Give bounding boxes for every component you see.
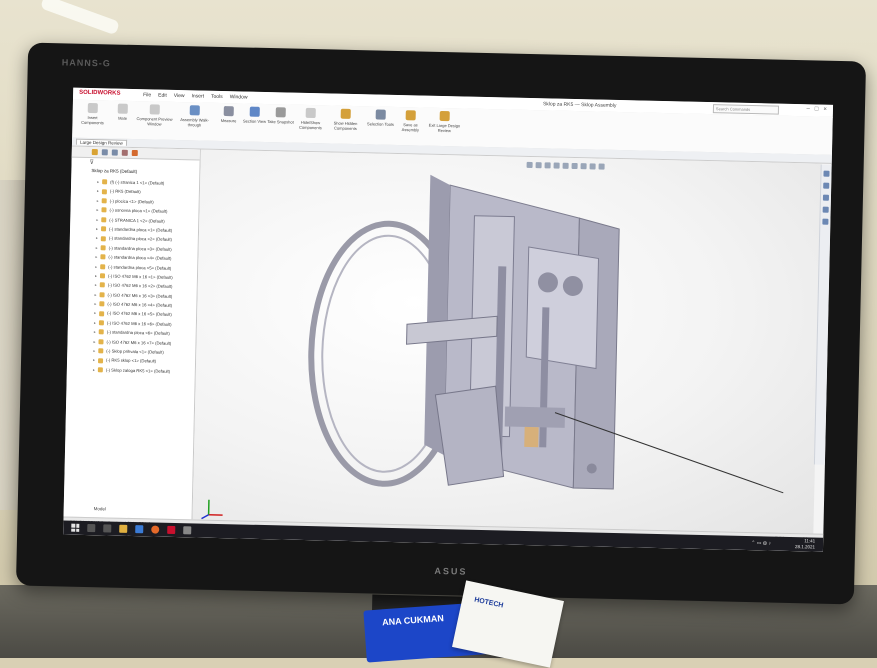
tree-item-label: (-) Sklop zaloga RK5 <1> (Default) — [106, 365, 170, 376]
walk-icon — [190, 105, 200, 115]
system-tray: ⌃ ▭ ◍ ♪ — [751, 540, 771, 546]
tag-text: ANA CUKMAN — [382, 613, 444, 627]
monitor-brand: HANNS-G — [62, 57, 111, 68]
part-icon — [98, 348, 103, 353]
menu-insert[interactable]: Insert — [191, 93, 204, 99]
part-icon — [101, 208, 106, 213]
part-icon — [99, 302, 104, 307]
screen: SOLIDWORKS File Edit View Insert Tools W… — [63, 88, 833, 552]
window-controls: – □ × — [806, 106, 827, 112]
taskbar-clock[interactable]: 11:41 28.1.2021 — [795, 538, 815, 550]
property-manager-icon[interactable] — [102, 149, 108, 155]
part-icon — [99, 311, 104, 316]
part-icon — [102, 189, 107, 194]
part-icon — [100, 264, 105, 269]
mate-icon — [118, 104, 128, 114]
part-icon — [101, 236, 106, 241]
menu-file[interactable]: File — [143, 92, 151, 98]
feature-manager-tree: ⊽ Sklop za RK5 (Default) ▸(f) (-) strani… — [64, 147, 201, 520]
display-manager-icon[interactable] — [132, 150, 138, 156]
assembly-model[interactable] — [192, 150, 821, 534]
menu-view[interactable]: View — [174, 93, 185, 99]
preview-window-icon — [150, 104, 160, 114]
tree-list: ▸(f) (-) stranica 1 <1> (Default)▸(-) RK… — [93, 177, 199, 376]
motor-block — [526, 247, 599, 369]
part-icon — [101, 217, 106, 222]
search-icon[interactable] — [87, 524, 95, 532]
slide-block — [505, 406, 565, 427]
view-palette-icon[interactable] — [823, 207, 829, 213]
ribbon-component-preview[interactable]: Component Preview Window — [134, 104, 174, 127]
ribbon-save-as-assembly[interactable]: Save as Assembly — [394, 110, 426, 133]
menu-edit[interactable]: Edit — [158, 93, 167, 99]
edge-icon[interactable] — [135, 525, 143, 533]
task-view-icon[interactable] — [103, 524, 111, 532]
part-icon — [99, 330, 104, 335]
dim-expert-icon[interactable] — [122, 150, 128, 156]
tab-model[interactable]: Model — [94, 506, 106, 511]
show-hidden-icon — [341, 109, 351, 119]
minimize-icon[interactable]: – — [806, 106, 809, 112]
ribbon-walkthrough[interactable]: Assembly Walk-through — [176, 105, 212, 128]
maximize-icon[interactable]: □ — [815, 106, 819, 112]
tree-root[interactable]: Sklop za RK5 (Default) — [91, 168, 137, 174]
config-manager-icon[interactable] — [112, 149, 118, 155]
windows-start-icon[interactable] — [71, 524, 79, 532]
ribbon-selection-tools[interactable]: Selection Tools — [364, 109, 396, 127]
part-icon — [98, 367, 103, 372]
solidworks-logo: SOLIDWORKS — [79, 90, 120, 97]
solidworks-resources-icon[interactable] — [823, 171, 829, 177]
brass-nut — [524, 427, 538, 447]
lower-bracket — [433, 385, 505, 487]
graphics-area[interactable] — [192, 150, 821, 534]
selection-tools-icon — [376, 109, 386, 119]
menu-bar: File Edit View Insert Tools Window — [143, 92, 248, 100]
insert-components-icon — [88, 103, 98, 113]
search-input[interactable]: Search Commands — [713, 104, 779, 114]
tree-item[interactable]: ▸(-) Sklop zaloga RK5 <1> (Default) — [93, 365, 195, 377]
part-icon — [98, 339, 103, 344]
filter-icon[interactable]: ⊽ — [89, 159, 94, 166]
menu-window[interactable]: Window — [230, 94, 248, 100]
ribbon-exit-large-design-review[interactable]: Exit Large Design Review — [424, 111, 464, 134]
firefox-icon[interactable] — [151, 525, 159, 533]
ribbon-insert-components[interactable]: Insert Components — [76, 103, 108, 126]
clock-date: 28.1.2021 — [795, 544, 815, 550]
part-icon — [100, 273, 105, 278]
part-icon — [100, 292, 105, 297]
exit-review-icon — [440, 111, 450, 121]
ribbon-hide-show[interactable]: Hide/Show Components — [292, 108, 328, 131]
coordinate-triad — [202, 500, 223, 519]
part-icon — [102, 198, 107, 203]
section-view-icon — [250, 107, 260, 117]
monitor: HANNS-G ASUS SOLIDWORKS File Edit View I… — [16, 43, 866, 605]
document-title: Sklop za RK5 — Sklop Assembly — [543, 101, 616, 109]
camera-icon — [276, 107, 286, 117]
close-icon[interactable]: × — [823, 107, 827, 113]
part-icon — [101, 245, 106, 250]
monitor-bottom-logo: ASUS — [434, 566, 467, 577]
save-assembly-icon — [406, 110, 416, 120]
measure-icon — [224, 106, 234, 116]
app-taskbar-icon[interactable] — [183, 526, 191, 534]
part-icon — [101, 226, 106, 231]
hide-show-icon — [306, 108, 316, 118]
file-explorer-taskbar-icon[interactable] — [119, 525, 127, 533]
feature-tree-icon[interactable] — [92, 149, 98, 155]
part-icon — [100, 283, 105, 288]
ribbon-show-hidden[interactable]: Show Hidden Components — [328, 108, 362, 131]
paper-text: HOTECH — [474, 597, 504, 610]
part-icon — [102, 179, 107, 184]
file-explorer-icon[interactable] — [823, 195, 829, 201]
menu-tools[interactable]: Tools — [211, 94, 223, 100]
tab-large-design-review[interactable]: Large Design Review — [76, 139, 127, 146]
solidworks-taskbar-icon[interactable] — [167, 526, 175, 534]
appearances-icon[interactable] — [822, 219, 828, 225]
part-icon — [100, 255, 105, 260]
part-icon — [99, 320, 104, 325]
design-library-icon[interactable] — [823, 183, 829, 189]
part-icon — [98, 358, 103, 363]
